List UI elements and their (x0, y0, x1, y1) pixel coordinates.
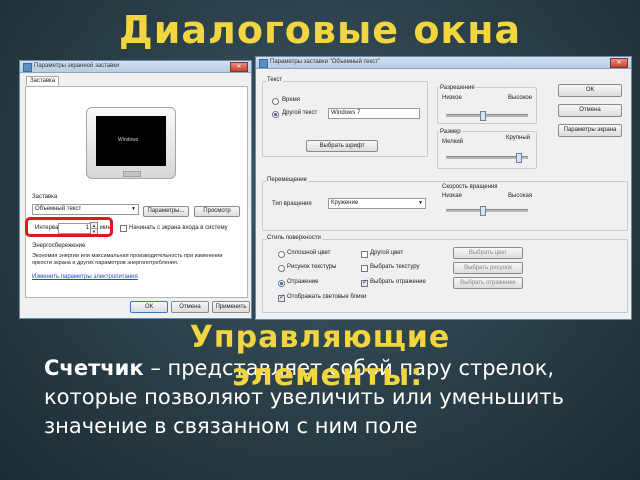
logon-checkbox-label: Начинать с экрана входа в систему (129, 225, 228, 231)
size-slider-thumb[interactable] (516, 153, 522, 163)
solid-color-radio[interactable] (278, 251, 285, 258)
specular-checkbox[interactable] (278, 293, 285, 302)
speed-slider-thumb[interactable] (480, 206, 486, 216)
custom-texture-checkbox[interactable] (361, 265, 368, 272)
surface-group-label: Стиль поверхности (266, 235, 322, 241)
text3d-cancel-button[interactable]: Отмена (558, 104, 622, 117)
text-group-label: Текст (266, 77, 284, 83)
texture-radio-label: Рисунок текстуры (287, 264, 337, 270)
monitor-stand (123, 171, 141, 177)
close-icon[interactable]: ✕ (610, 58, 628, 68)
power-settings-link[interactable]: Изменить параметры электропитания (32, 274, 138, 280)
size-label: Размер (439, 129, 462, 135)
close-icon[interactable]: ✕ (230, 62, 248, 72)
logon-checkbox[interactable] (120, 225, 127, 232)
resolution-high: Высокое (508, 95, 533, 101)
pick-reflection-button[interactable]: Выбрать отражение (453, 277, 523, 289)
window-icon (259, 59, 268, 68)
resolution-slider-thumb[interactable] (480, 111, 486, 121)
custom-color-label: Другой цвет (370, 250, 404, 256)
text3d-dialog-title: Параметры заставки "Объемный текст" (270, 59, 381, 65)
screensaver-dialog-title: Параметры экранной заставки (34, 63, 120, 69)
spinner-highlight (25, 217, 113, 237)
custom-text-input[interactable]: Windows 7 (328, 108, 420, 119)
custom-reflection-label: Выбрать отражение (370, 279, 426, 285)
size-small: Мелкий (442, 139, 464, 145)
rotation-select[interactable]: Кружение ▼ (328, 198, 426, 209)
custom-text-radio[interactable] (272, 111, 279, 118)
size-slider[interactable] (446, 153, 528, 163)
apply-button[interactable]: Применить (212, 301, 250, 313)
screen-settings-button[interactable]: Параметры экрана (558, 124, 622, 137)
options-button[interactable]: Параметры... (143, 206, 189, 217)
chevron-down-icon: ▼ (131, 206, 136, 212)
speed-label: Скорость вращения (442, 184, 498, 190)
specular-checkbox-label: Отображать световые блики (287, 294, 367, 300)
text3d-dialog: Параметры заставки "Объемный текст" ✕ Те… (255, 56, 632, 320)
custom-color-checkbox[interactable] (361, 251, 368, 258)
speed-slider[interactable] (446, 206, 528, 216)
power-group-label: Энергосбережение (32, 243, 86, 249)
screensaver-select-value: Объемный текст (35, 206, 82, 212)
reflection-radio[interactable] (278, 280, 285, 287)
monitor-preview: Windows (86, 107, 176, 179)
screensaver-select[interactable]: Объемный текст ▼ (32, 204, 139, 215)
custom-text-radio-label: Другой текст (282, 110, 318, 116)
monitor-screen: Windows (96, 116, 166, 166)
power-text: Экономия энергии или максимальная произв… (32, 253, 223, 266)
subtitle-line2: элементы: (232, 358, 424, 393)
rotation-label: Тип вращения (272, 201, 312, 207)
text3d-titlebar: Параметры заставки "Объемный текст" ✕ (256, 57, 631, 69)
font-button[interactable]: Выбрать шрифт (306, 140, 378, 152)
resolution-label: Разрешение (439, 85, 476, 91)
preview-text: Windows (118, 137, 139, 143)
resolution-slider[interactable] (446, 111, 528, 121)
custom-text-value: Windows 7 (331, 110, 361, 116)
subtitle-line1: Управляющие (189, 320, 451, 355)
custom-reflection-checkbox[interactable] (361, 278, 368, 287)
pick-color-button[interactable]: Выбрать цвет (453, 247, 523, 259)
tab-screensaver[interactable]: Заставка (26, 76, 60, 85)
rotation-select-value: Кружение (331, 200, 359, 206)
custom-texture-label: Выбрать текстуру (370, 264, 420, 270)
screensaver-group-label: Заставка (32, 194, 58, 200)
resolution-group (437, 87, 537, 124)
motion-group-label: Перемещение (266, 177, 308, 183)
preview-button[interactable]: Просмотр (194, 206, 240, 217)
ok-button[interactable]: ОК (130, 301, 168, 313)
speed-high: Высокая (508, 193, 533, 199)
term: Счетчик (44, 356, 144, 380)
chevron-down-icon: ▼ (418, 200, 423, 206)
resolution-low: Низкое (442, 95, 462, 101)
speed-low: Низкая (442, 193, 462, 199)
screensaver-dialog: Параметры экранной заставки ✕ Заставка W… (19, 60, 252, 319)
reflection-radio-label: Отражение (287, 279, 319, 285)
pick-picture-button[interactable]: Выбрать рисунок (453, 262, 523, 274)
cancel-button[interactable]: Отмена (171, 301, 209, 313)
text3d-ok-button[interactable]: ОК (558, 84, 622, 97)
screensaver-titlebar: Параметры экранной заставки ✕ (20, 61, 251, 73)
slide-title: Диалоговые окна (118, 8, 522, 52)
window-icon (23, 63, 32, 72)
solid-color-label: Сплошной цвет (287, 250, 331, 256)
size-large: Крупный (506, 135, 530, 141)
texture-radio[interactable] (278, 265, 285, 272)
time-radio-label: Время (282, 97, 301, 103)
time-radio[interactable] (272, 98, 279, 105)
